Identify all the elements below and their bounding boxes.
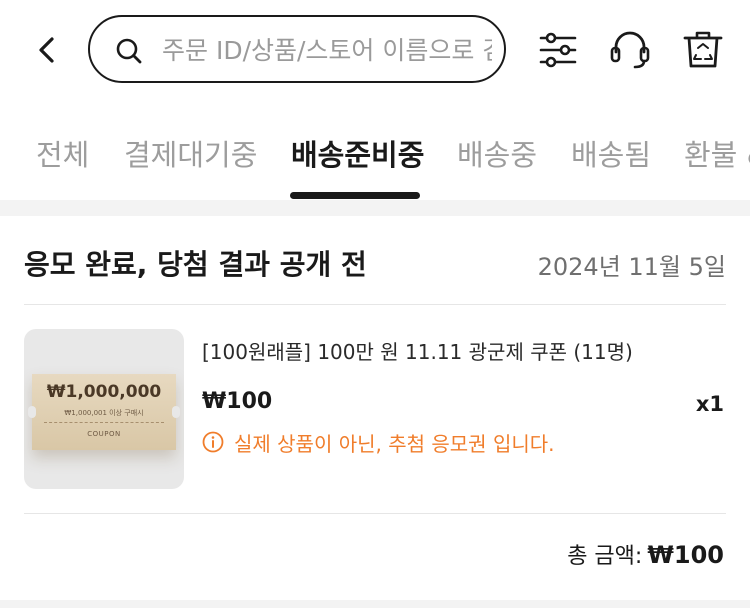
customer-service-button[interactable] [608,28,652,72]
tab-in-transit[interactable]: 배송중 [457,132,537,174]
tab-awaiting-payment[interactable]: 결제대기중 [124,132,257,174]
info-icon [202,431,224,453]
order-status-tabs: 전체 결제대기중 배송준비중 배송중 배송됨 환불 & [0,100,750,200]
coupon-subtitle: ₩1,000,001 이상 구매시 [64,409,144,417]
product-thumbnail[interactable]: ₩1,000,000 ₩1,000,001 이상 구매시 COUPON [24,329,184,489]
search-input[interactable] [160,29,494,71]
divider [24,513,726,514]
tab-all[interactable]: 전체 [36,132,89,174]
search-icon [116,38,142,64]
total-label: 총 금액: [567,544,643,569]
order-status: 응모 완료, 당첨 결과 공개 전 [24,248,367,281]
tab-preparing-shipment[interactable]: 배송준비중 [291,132,424,174]
coupon-amount: ₩1,000,000 [46,382,162,402]
filter-button[interactable] [536,28,580,72]
section-separator [0,600,750,608]
trash-icon [683,31,723,68]
coupon-label: COUPON [87,430,121,438]
section-separator [0,200,750,216]
search-bar[interactable] [88,15,506,83]
product-price: ₩100 [202,389,273,414]
total-value: ₩100 [647,541,724,569]
back-button[interactable] [30,30,66,70]
divider [24,304,726,305]
tab-refund[interactable]: 환불 & [684,132,750,174]
tab-delivered[interactable]: 배송됨 [571,132,651,174]
order-total: 총 금액: ₩100 [567,538,724,570]
headset-icon [610,31,650,69]
product-quantity: x1 [695,392,724,416]
order-date: 2024년 11월 5일 [537,253,726,281]
active-tab-indicator [290,192,420,199]
coupon-dashed-line [44,422,164,423]
top-bar [0,0,750,100]
delete-button[interactable] [681,28,725,72]
filter-sliders-icon [539,32,577,68]
coupon-image: ₩1,000,000 ₩1,000,001 이상 구매시 COUPON [28,374,180,450]
product-name[interactable]: [100원래플] 100만 원 11.11 광군제 쿠폰 (11명) [202,336,633,365]
raffle-notice-text: 실제 상품이 아닌, 추첨 응모권 입니다. [234,432,555,456]
back-arrow-icon [39,37,54,63]
